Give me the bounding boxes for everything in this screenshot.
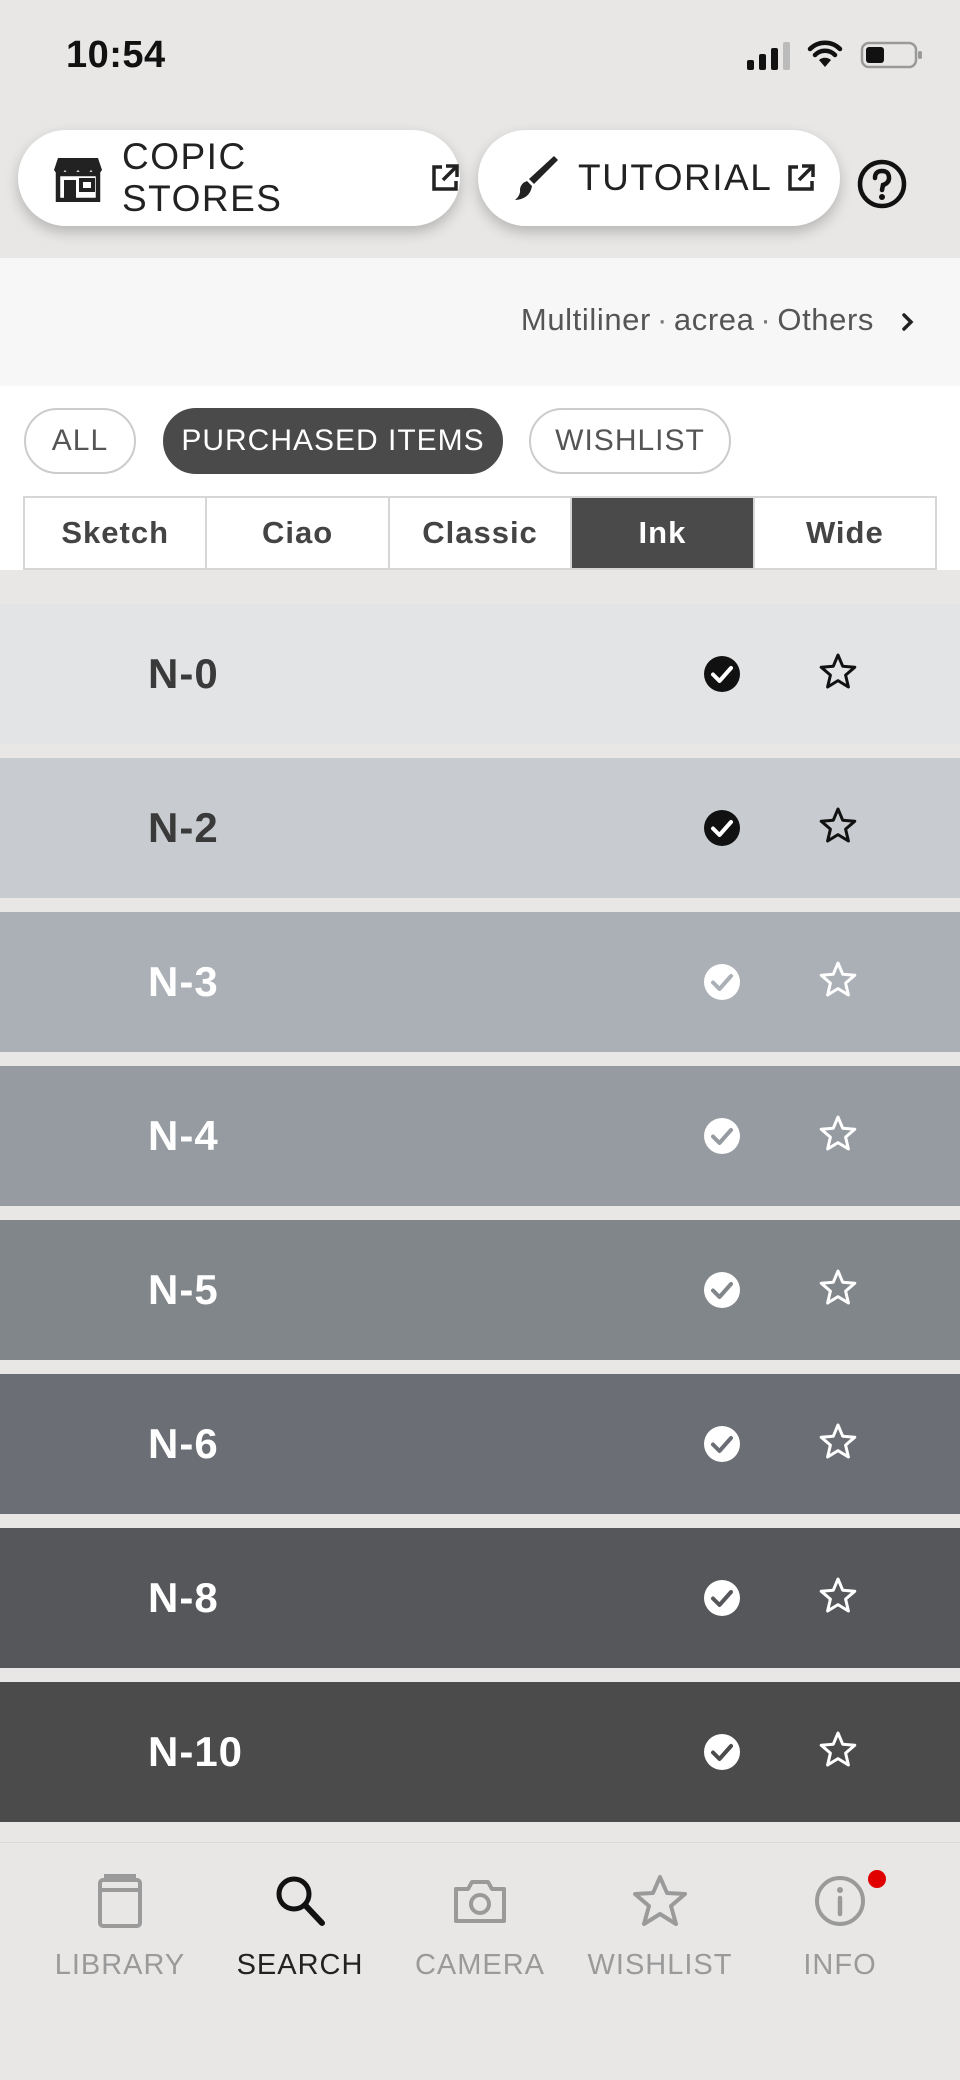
status-icons xyxy=(747,40,924,70)
color-row[interactable]: N-2 xyxy=(0,758,960,898)
status-bar: 10:54 xyxy=(0,0,960,120)
color-name: N-0 xyxy=(148,650,219,697)
nav-wishlist-label: WISHLIST xyxy=(587,1949,733,1981)
wishlist-star-icon[interactable] xyxy=(818,1422,858,1462)
color-name: N-8 xyxy=(148,1574,219,1621)
breadcrumb-bar[interactable]: Multiliner · acrea · Others xyxy=(0,258,960,386)
copic-stores-button[interactable]: COPIC STORES xyxy=(18,130,460,226)
color-row[interactable]: N-3 xyxy=(0,912,960,1052)
nav-camera-label: CAMERA xyxy=(414,1949,546,1981)
color-name: N-10 xyxy=(148,1728,244,1775)
info-icon xyxy=(815,1876,865,1926)
filter-area: ALL PURCHASED ITEMS WISHLIST Sketch Ciao… xyxy=(0,386,960,570)
external-link-icon xyxy=(430,163,460,193)
wishlist-star-icon[interactable] xyxy=(818,960,858,1000)
help-button[interactable] xyxy=(856,158,908,215)
color-row[interactable]: N-0 xyxy=(0,604,960,744)
copic-stores-label: COPIC STORES xyxy=(122,136,283,219)
search-icon xyxy=(276,1876,325,1926)
nav-camera[interactable]: CAMERA xyxy=(390,1869,570,1982)
tab-ciao[interactable]: Ciao xyxy=(207,498,390,568)
store-icon xyxy=(52,154,104,202)
purchased-check-icon[interactable] xyxy=(703,1117,741,1155)
wifi-icon xyxy=(807,40,843,67)
filter-chip-purchased-items[interactable]: PURCHASED ITEMS xyxy=(163,408,503,474)
color-name: N-6 xyxy=(148,1420,219,1467)
breadcrumb-item: Multiliner xyxy=(520,302,651,337)
notification-badge xyxy=(868,1870,886,1888)
battery-icon xyxy=(860,41,922,69)
purchased-check-icon[interactable] xyxy=(703,655,741,693)
tutorial-label: TUTORIAL xyxy=(578,157,773,198)
header: COPIC STORES TUTORIAL xyxy=(0,128,960,228)
breadcrumb-item: Others xyxy=(777,302,874,337)
tutorial-button[interactable]: TUTORIAL xyxy=(478,130,840,226)
filter-chip-all[interactable]: ALL xyxy=(24,408,136,474)
nav-library-label: LIBRARY xyxy=(54,1949,186,1981)
nav-library[interactable]: LIBRARY xyxy=(30,1869,210,1982)
tab-classic[interactable]: Classic xyxy=(390,498,573,568)
wishlist-star-icon[interactable] xyxy=(818,806,858,846)
tab-wide[interactable]: Wide xyxy=(755,498,935,568)
wishlist-star-icon[interactable] xyxy=(818,1268,858,1308)
tab-sketch[interactable]: Sketch xyxy=(25,498,208,568)
color-name: N-4 xyxy=(148,1112,219,1159)
bottom-nav: LIBRARY SEARCH CAMERA WISHLIST INFO xyxy=(0,1842,960,2080)
color-row[interactable]: N-5 xyxy=(0,1220,960,1360)
breadcrumb-item: acrea xyxy=(673,302,755,337)
color-row[interactable]: N-8 xyxy=(0,1528,960,1668)
cellular-signal-icon xyxy=(747,40,790,70)
purchased-check-icon[interactable] xyxy=(703,809,741,847)
color-name: N-3 xyxy=(148,958,219,1005)
purchased-check-icon[interactable] xyxy=(703,1425,741,1463)
color-row[interactable]: N-6 xyxy=(0,1374,960,1514)
status-time: 10:54 xyxy=(66,34,166,76)
book-icon xyxy=(98,1874,142,1928)
marker-type-tabs: Sketch Ciao Classic Ink Wide xyxy=(23,496,937,570)
purchased-check-icon[interactable] xyxy=(703,1271,741,1309)
tab-ink[interactable]: Ink xyxy=(572,498,755,568)
nav-search[interactable]: SEARCH xyxy=(210,1869,390,1982)
camera-icon xyxy=(454,1880,506,1923)
purchased-check-icon[interactable] xyxy=(703,963,741,1001)
nav-search-label: SEARCH xyxy=(236,1949,364,1981)
nav-info-label: INFO xyxy=(803,1949,877,1981)
purchased-check-icon[interactable] xyxy=(703,1579,741,1617)
color-row[interactable]: N-10 xyxy=(0,1682,960,1822)
wishlist-star-icon[interactable] xyxy=(818,1576,858,1616)
color-row[interactable]: N-4 xyxy=(0,1066,960,1206)
nav-info[interactable]: INFO xyxy=(750,1869,930,1982)
color-list: N-0 N-2 N-3 N-4 N-5 N-6 N-8 N-10 xyxy=(0,604,960,1836)
chevron-right-icon xyxy=(902,313,914,331)
purchased-check-icon[interactable] xyxy=(703,1733,741,1771)
wishlist-star-icon[interactable] xyxy=(818,1114,858,1154)
paintbrush-icon xyxy=(510,153,560,203)
color-name: N-5 xyxy=(148,1266,219,1313)
external-link-icon xyxy=(786,163,816,193)
breadcrumb: Multiliner · acrea · Others xyxy=(520,302,874,337)
star-icon xyxy=(633,1875,687,1926)
nav-wishlist[interactable]: WISHLIST xyxy=(570,1869,750,1982)
color-name: N-2 xyxy=(148,804,219,851)
question-mark-icon xyxy=(857,159,907,209)
wishlist-star-icon[interactable] xyxy=(818,652,858,692)
filter-chip-wishlist[interactable]: WISHLIST xyxy=(529,408,731,474)
wishlist-star-icon[interactable] xyxy=(818,1730,858,1770)
